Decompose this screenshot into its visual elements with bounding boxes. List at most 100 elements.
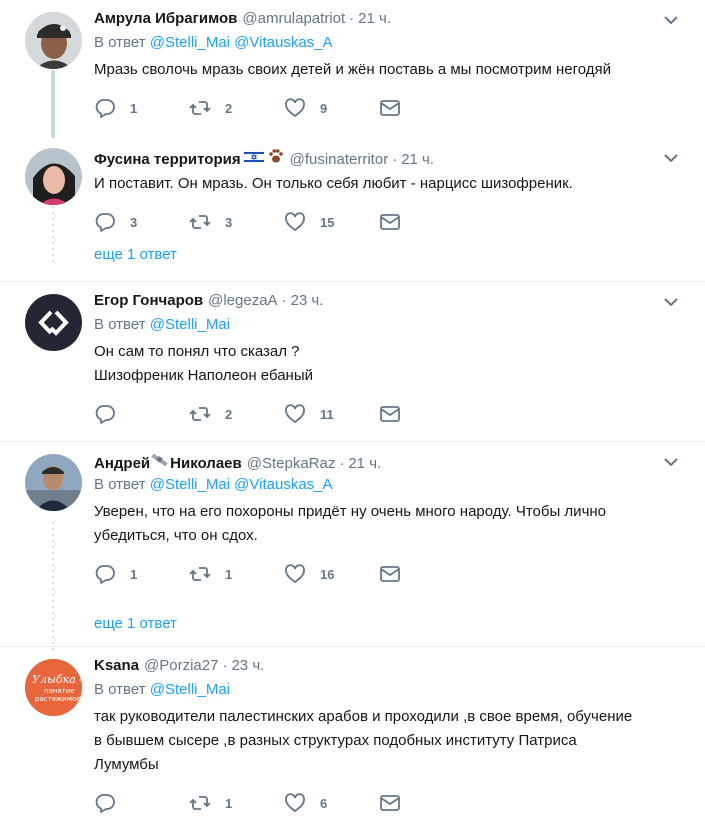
caret-down-icon[interactable]	[663, 152, 679, 164]
tweet-text: Уверен, что на его похороны придёт ну оч…	[94, 500, 690, 548]
separator-dot: ·	[281, 292, 287, 309]
show-more-replies-link[interactable]: еще 1 ответ	[0, 611, 705, 647]
like-count: 15	[320, 214, 335, 230]
retweet-icon	[189, 407, 211, 421]
tweet-fusina[interactable]: Фусина территория @fusinaterritor · 21 ч…	[0, 138, 705, 242]
retweet-button[interactable]: 2	[189, 97, 284, 119]
retweet-button[interactable]: 3	[189, 211, 284, 233]
display-name[interactable]: Фусина территория	[94, 151, 241, 168]
retweet-count: 1	[225, 566, 233, 582]
retweet-button[interactable]: 2	[189, 403, 284, 425]
retweet-count: 2	[225, 406, 233, 422]
like-count: 9	[320, 100, 328, 116]
like-count: 6	[320, 795, 328, 811]
tweet-text-line: Лумумбы	[94, 756, 159, 773]
tweet-actions: 3 3 15	[94, 200, 690, 244]
reply-icon	[95, 213, 115, 232]
tweet-text-line: так руководители палестинских арабов и п…	[94, 708, 633, 725]
avatar-text-line: Улыбка -	[32, 673, 82, 686]
reply-mentions-link[interactable]: @Stelli_Mai @Vitauskas_A	[150, 476, 333, 493]
tweet-andrey[interactable]: Андрей Николаев @StepkaRaz · 21 ч. В отв…	[0, 442, 705, 611]
direct-message-button[interactable]	[379, 97, 474, 119]
user-handle[interactable]: @Porzia27	[144, 657, 218, 674]
thread-continuation-dots	[52, 522, 54, 654]
tweet-text-line: в бывшем сысере ,в разных структурах под…	[94, 732, 577, 749]
reply-mentions-link[interactable]: @Stelli_Mai	[150, 316, 230, 333]
tweet-text: И поставит. Он мразь. Он только себя люб…	[94, 172, 690, 196]
tweet-text: Он сам то понял что сказал ? Шизофреник …	[94, 340, 690, 388]
avatar[interactable]	[25, 294, 82, 351]
display-name-suffix[interactable]: Николаев	[170, 455, 242, 472]
reply-button[interactable]	[94, 403, 189, 425]
retweet-button[interactable]: 1	[189, 792, 284, 814]
user-handle[interactable]: @StepkaRaz	[247, 455, 336, 472]
timestamp[interactable]: 21 ч.	[401, 151, 434, 168]
caret-down-icon[interactable]	[663, 296, 679, 308]
timestamp[interactable]: 21 ч.	[348, 455, 381, 472]
like-button[interactable]: 6	[284, 792, 379, 814]
display-name[interactable]: Ksana	[94, 657, 139, 674]
show-more-replies-link[interactable]: еще 1 ответ	[0, 242, 705, 278]
tweet-header: Ksana @Porzia27 · 23 ч.	[94, 657, 690, 679]
retweet-button[interactable]: 1	[189, 563, 284, 585]
tweet-amrula[interactable]: Амрула Ибрагимов @amrulapatriot · 21 ч. …	[0, 0, 705, 138]
tweet-text: Мразь сволочь мразь своих детей и жён по…	[94, 58, 690, 82]
thread-continuation-dots	[52, 206, 54, 266]
direct-message-button[interactable]	[379, 403, 474, 425]
retweet-count: 2	[225, 100, 233, 116]
avatar[interactable]: Улыбка - понятие растяжимое	[25, 659, 82, 716]
tweet-actions: 2 11	[94, 392, 690, 436]
like-button[interactable]: 11	[284, 403, 379, 425]
reply-prefix: В ответ	[94, 316, 146, 333]
separator-dot: ·	[339, 455, 345, 472]
retweet-icon	[189, 215, 211, 229]
reply-prefix: В ответ	[94, 34, 146, 51]
like-icon	[285, 564, 305, 584]
reply-mentions-link[interactable]: @Stelli_Mai	[150, 681, 230, 698]
avatar[interactable]	[25, 454, 82, 511]
reply-button[interactable]: 3	[94, 211, 189, 233]
dm-icon	[380, 214, 400, 230]
tweet-actions: 1 6	[94, 781, 690, 825]
avatar[interactable]	[25, 148, 82, 205]
direct-message-button[interactable]	[379, 211, 474, 233]
reply-button[interactable]	[94, 792, 189, 814]
timestamp[interactable]: 23 ч.	[291, 292, 324, 309]
tweet-actions: 1 2 9	[94, 86, 690, 130]
dm-icon	[380, 100, 400, 116]
caret-down-icon[interactable]	[663, 14, 679, 26]
conversation-thread-1: Амрула Ибрагимов @amrulapatriot · 21 ч. …	[0, 0, 705, 282]
reply-button[interactable]: 1	[94, 97, 189, 119]
like-icon	[285, 404, 305, 424]
dm-icon	[380, 795, 400, 811]
reply-mentions-link[interactable]: @Stelli_Mai @Vitauskas_A	[150, 34, 333, 51]
display-name[interactable]: Амрула Ибрагимов	[94, 10, 237, 27]
like-count: 11	[320, 406, 334, 422]
user-handle[interactable]: @amrulapatriot	[242, 10, 345, 27]
like-button[interactable]: 9	[284, 97, 379, 119]
display-name[interactable]: Андрей	[94, 455, 150, 472]
direct-message-button[interactable]	[379, 563, 474, 585]
retweet-icon	[189, 567, 211, 581]
display-name[interactable]: Егор Гончаров	[94, 292, 203, 309]
timestamp[interactable]: 21 ч.	[358, 10, 391, 27]
reply-button[interactable]: 1	[94, 563, 189, 585]
timestamp[interactable]: 23 ч.	[231, 657, 264, 674]
tweet-ksana[interactable]: Улыбка - понятие растяжимое Ksana @Porzi…	[0, 647, 705, 829]
user-handle[interactable]: @fusinaterritor	[290, 151, 389, 168]
like-icon	[285, 793, 305, 813]
caret-down-icon[interactable]	[663, 456, 679, 468]
tweet-egor[interactable]: Егор Гончаров @legezaA · 23 ч. В ответ @…	[0, 282, 705, 442]
retweet-icon	[189, 101, 211, 115]
avatar-text-line: растяжимое	[35, 695, 81, 703]
like-icon	[285, 98, 305, 118]
tweet-text-line: Мразь сволочь мразь своих детей и жён по…	[94, 61, 611, 78]
like-button[interactable]: 15	[284, 211, 379, 233]
reply-icon	[95, 794, 115, 813]
direct-message-button[interactable]	[379, 792, 474, 814]
separator-dot: ·	[222, 657, 228, 674]
avatar[interactable]	[25, 12, 82, 69]
user-handle[interactable]: @legezaA	[208, 292, 277, 309]
like-button[interactable]: 16	[284, 563, 379, 585]
reply-prefix: В ответ	[94, 681, 146, 698]
